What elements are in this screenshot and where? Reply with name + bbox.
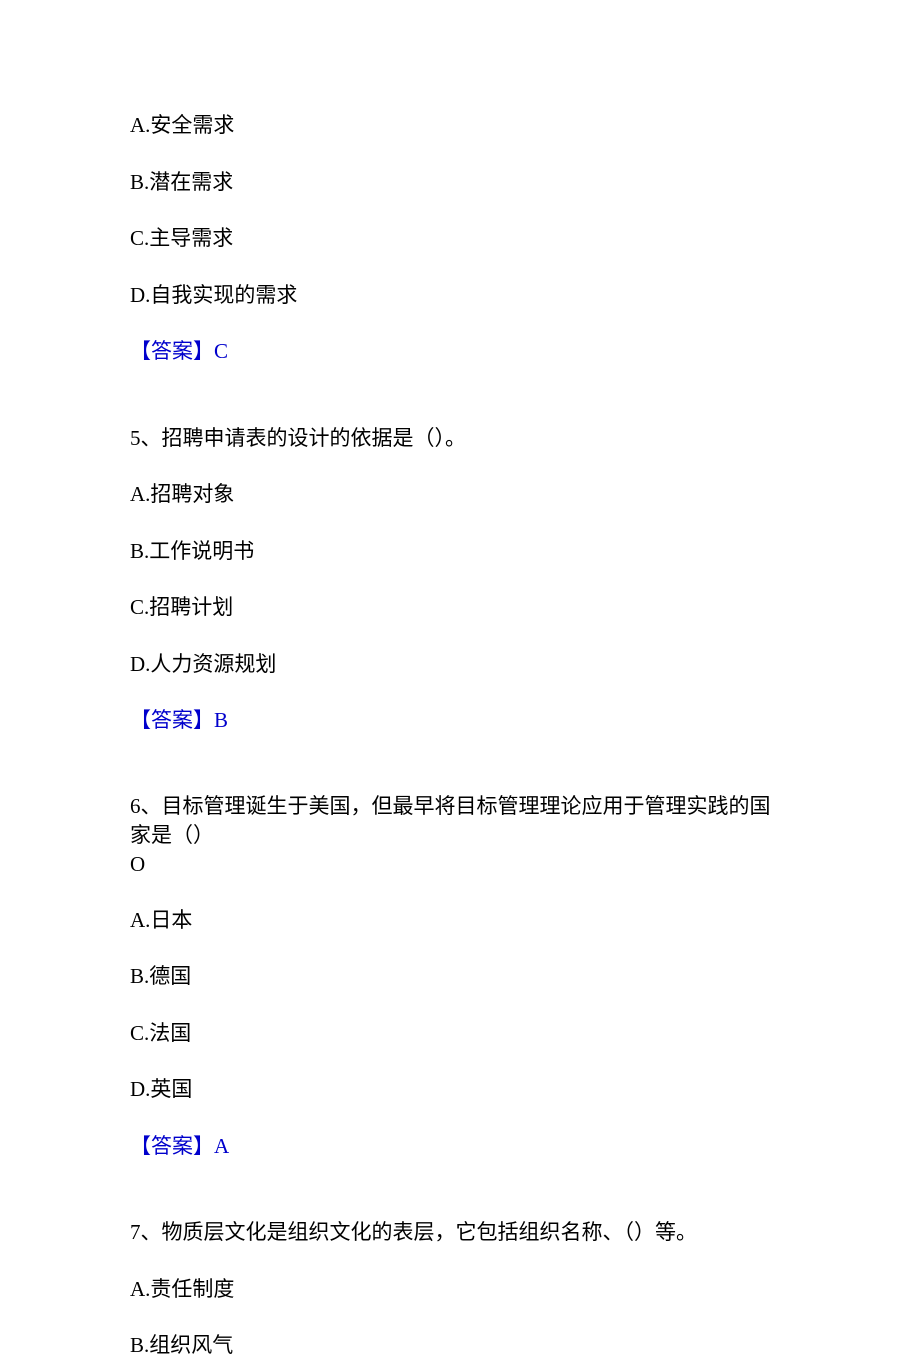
answer-line: 【答案】B <box>130 705 790 737</box>
question-text: 6、目标管理诞生于美国，但最早将目标管理理论应用于管理实践的国家是（） O <box>130 792 790 880</box>
option-a: A.责任制度 <box>130 1274 790 1306</box>
answer-label: 【答案】 <box>130 708 214 732</box>
question-block-6: 6、目标管理诞生于美国，但最早将目标管理理论应用于管理实践的国家是（） O A.… <box>130 792 790 1163</box>
option-a: A.日本 <box>130 905 790 937</box>
question-text-line-1: 6、目标管理诞生于美国，但最早将目标管理理论应用于管理实践的国家是（） <box>130 792 790 851</box>
option-b: B.工作说明书 <box>130 536 790 568</box>
question-text: 7、物质层文化是组织文化的表层，它包括组织名称、（）等。 <box>130 1217 790 1249</box>
option-c: C.主导需求 <box>130 223 790 255</box>
answer-value: C <box>214 339 228 363</box>
question-text-line-2: O <box>130 850 790 879</box>
question-block-7: 7、物质层文化是组织文化的表层，它包括组织名称、（）等。 A.责任制度 B.组织… <box>130 1217 790 1362</box>
answer-label: 【答案】 <box>130 1134 214 1158</box>
option-a: A.安全需求 <box>130 110 790 142</box>
option-c: C.法国 <box>130 1018 790 1050</box>
option-d: D.自我实现的需求 <box>130 280 790 312</box>
option-c: C.招聘计划 <box>130 592 790 624</box>
option-a: A.招聘对象 <box>130 479 790 511</box>
answer-line: 【答案】A <box>130 1131 790 1163</box>
question-block-5: 5、招聘申请表的设计的依据是（）。 A.招聘对象 B.工作说明书 C.招聘计划 … <box>130 423 790 737</box>
answer-value: A <box>214 1134 229 1158</box>
question-text: 5、招聘申请表的设计的依据是（）。 <box>130 423 790 455</box>
answer-label: 【答案】 <box>130 339 214 363</box>
option-d: D.人力资源规划 <box>130 649 790 681</box>
option-b: B.德国 <box>130 961 790 993</box>
option-b: B.组织风气 <box>130 1330 790 1362</box>
answer-line: 【答案】C <box>130 336 790 368</box>
option-b: B.潜在需求 <box>130 167 790 199</box>
option-d: D.英国 <box>130 1074 790 1106</box>
question-block-4: A.安全需求 B.潜在需求 C.主导需求 D.自我实现的需求 【答案】C <box>130 110 790 368</box>
answer-value: B <box>214 708 228 732</box>
